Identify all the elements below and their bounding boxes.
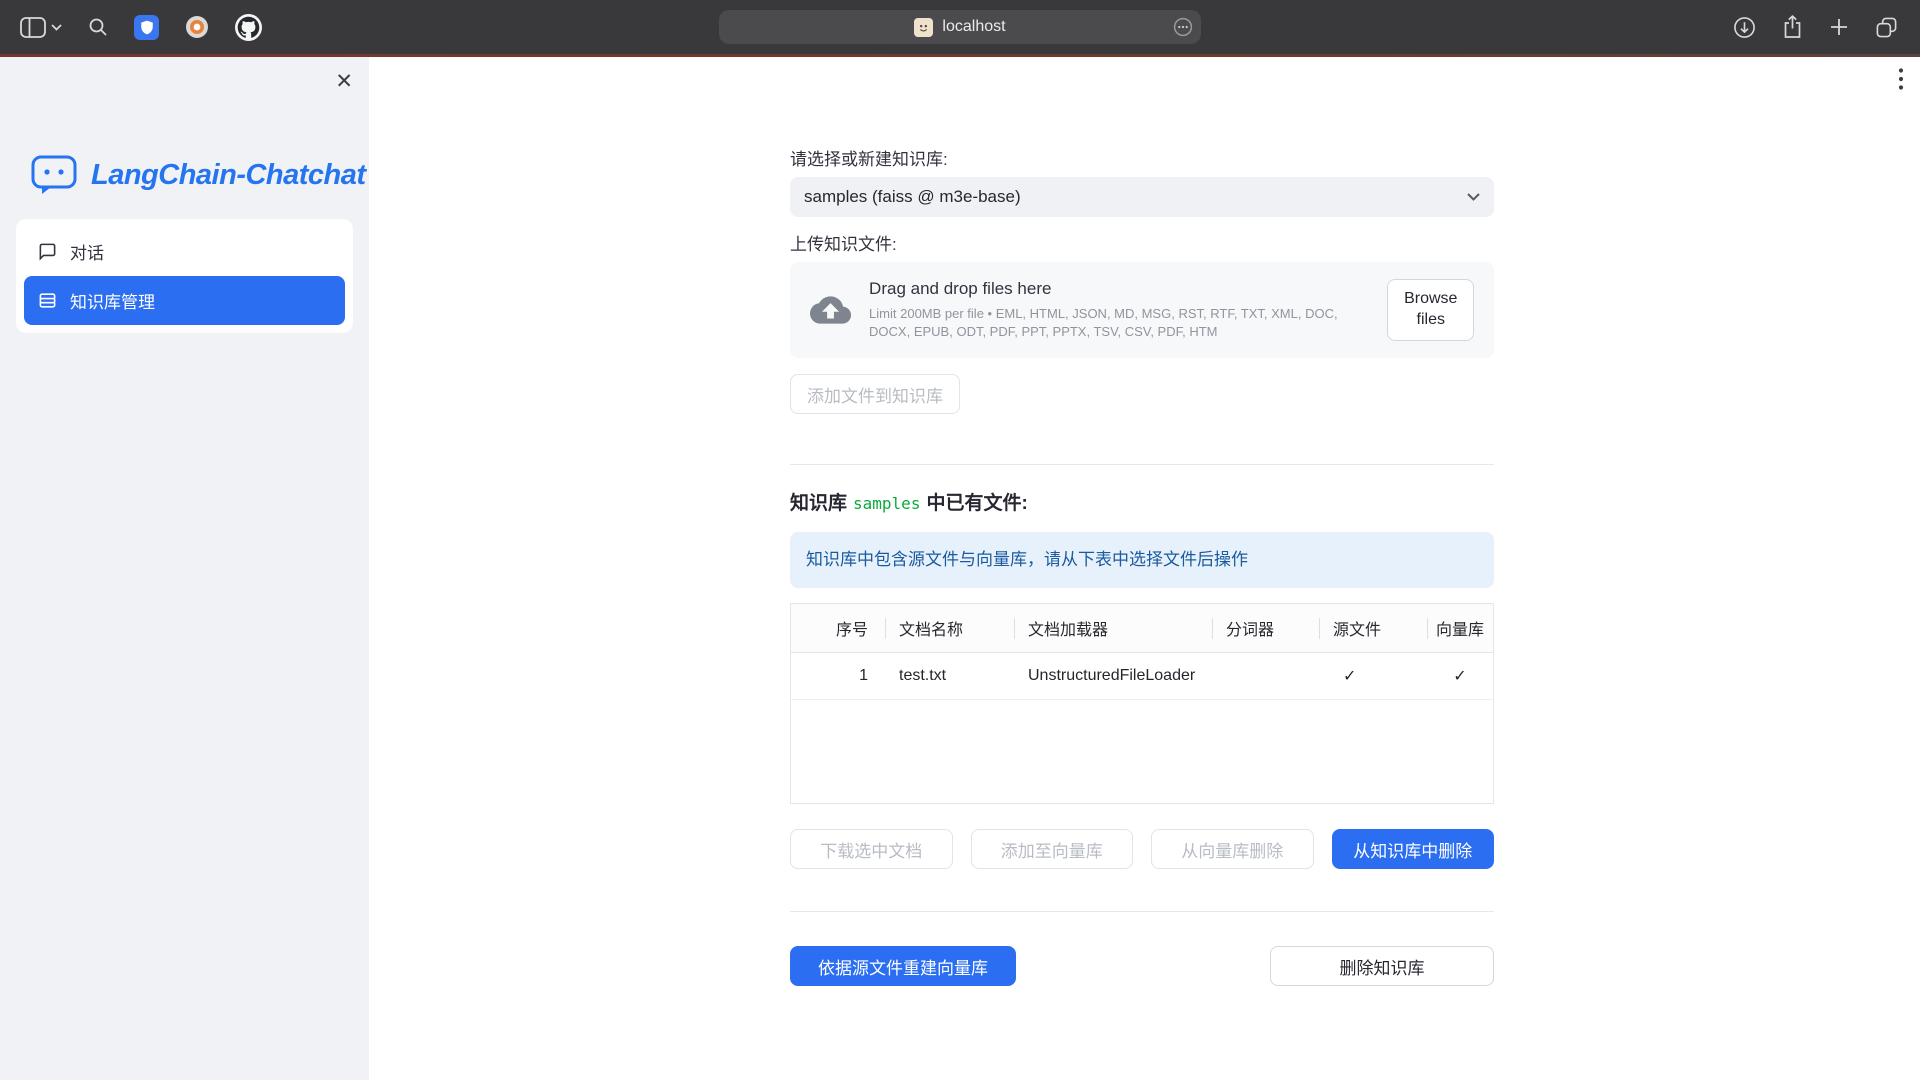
browser-toolbar: localhost — [0, 0, 1920, 54]
col-header-source: 源文件 — [1319, 604, 1427, 652]
divider — [790, 464, 1494, 465]
tabs-icon — [1875, 16, 1898, 39]
sidebar-icon — [20, 17, 46, 38]
heading-suffix: 中已有文件: — [926, 493, 1027, 514]
upload-label: 上传知识文件: — [790, 234, 1494, 256]
col-header-filename: 文档名称 — [885, 604, 1014, 652]
new-tab-button[interactable] — [1829, 17, 1849, 37]
plus-icon — [1829, 17, 1849, 37]
github-icon — [235, 14, 262, 41]
cell-source-check: ✓ — [1319, 653, 1427, 699]
table-row[interactable]: 1 test.txt UnstructuredFileLoader ✓ ✓ — [791, 653, 1493, 700]
uploader-title: Drag and drop files here — [869, 279, 1369, 299]
col-header-vector: 向量库 — [1427, 604, 1493, 652]
browse-files-button[interactable]: Browse files — [1387, 279, 1474, 341]
download-icon — [1733, 16, 1756, 39]
file-uploader-dropzone[interactable]: Drag and drop files here Limit 200MB per… — [790, 262, 1494, 358]
heading-prefix: 知识库 — [790, 493, 847, 514]
uploader-limit-text: Limit 200MB per file • EML, HTML, JSON, … — [869, 305, 1369, 341]
table-header-row: 序号 文档名称 文档加载器 分词器 源文件 向量库 — [791, 604, 1493, 653]
sidebar-item-label: 对话 — [70, 239, 104, 264]
kb-list-icon — [38, 291, 57, 310]
delete-kb-button[interactable]: 删除知识库 — [1270, 946, 1494, 986]
kebab-menu-icon — [1898, 67, 1904, 91]
kb-files-table: 序号 文档名称 文档加载器 分词器 源文件 向量库 1 test.txt Uns… — [790, 603, 1494, 804]
share-button[interactable] — [1782, 15, 1803, 39]
delete-from-kb-button[interactable]: 从知识库中删除 — [1332, 829, 1495, 869]
address-bar[interactable]: localhost — [719, 10, 1201, 44]
sidebar-close-button[interactable]: ✕ — [335, 71, 353, 92]
add-to-vector-store-button[interactable]: 添加至向量库 — [971, 829, 1134, 869]
info-banner: 知识库中包含源文件与向量库，请从下表中选择文件后操作 — [790, 532, 1494, 588]
kb-files-heading: 知识库 samples 中已有文件: — [790, 491, 1494, 517]
kb-select[interactable]: samples (faiss @ m3e-base) — [790, 177, 1494, 217]
page-options-icon[interactable] — [1173, 17, 1193, 37]
kb-name-code: samples — [853, 494, 920, 513]
extension-record-button[interactable] — [185, 15, 209, 39]
kb-bottom-buttons: 依据源文件重建向量库 删除知识库 — [790, 946, 1494, 986]
divider — [790, 911, 1494, 912]
cloud-upload-icon — [810, 289, 851, 331]
chat-bubble-icon — [38, 242, 57, 261]
cell-splitter — [1212, 653, 1319, 699]
chevron-down-icon — [1467, 193, 1480, 201]
remove-from-vector-button[interactable]: 从向量库删除 — [1151, 829, 1314, 869]
col-header-splitter: 分词器 — [1212, 604, 1319, 652]
sidebar-item-kb-management[interactable]: 知识库管理 — [24, 276, 345, 325]
chat-logo-icon — [30, 153, 78, 197]
share-icon — [1782, 15, 1803, 39]
rebuild-vector-store-button[interactable]: 依据源文件重建向量库 — [790, 946, 1016, 986]
tab-search-button[interactable] — [88, 17, 108, 37]
extension-shield-button[interactable] — [134, 15, 159, 40]
record-icon — [185, 15, 209, 39]
main-content: 请选择或新建知识库: samples (faiss @ m3e-base) 上传… — [369, 57, 1920, 1080]
app-logo-text: LangChain-Chatchat — [91, 159, 366, 192]
extension-github-button[interactable] — [235, 14, 262, 41]
sidebar-toggle-button[interactable] — [20, 17, 62, 38]
url-text: localhost — [942, 18, 1005, 36]
download-selected-button[interactable]: 下载选中文档 — [790, 829, 953, 869]
app-menu-button[interactable] — [1898, 67, 1904, 96]
downloads-button[interactable] — [1733, 16, 1756, 39]
sidebar-menu: 对话 知识库管理 — [16, 219, 353, 333]
sidebar-item-label: 知识库管理 — [70, 288, 155, 313]
table-empty-area — [791, 700, 1493, 803]
cell-vector-check: ✓ — [1427, 653, 1493, 699]
cell-index: 1 — [791, 653, 885, 699]
kb-select-label: 请选择或新建知识库: — [790, 149, 1494, 171]
chevron-down-icon — [51, 24, 62, 31]
sidebar-item-dialogue[interactable]: 对话 — [24, 227, 345, 276]
table-action-buttons: 下载选中文档 添加至向量库 从向量库删除 从知识库中删除 — [790, 829, 1494, 869]
app-logo: LangChain-Chatchat — [30, 153, 369, 197]
tab-overview-button[interactable] — [1875, 16, 1898, 39]
site-favicon-icon — [914, 18, 933, 37]
cell-loader: UnstructuredFileLoader — [1014, 653, 1212, 699]
search-icon — [88, 17, 108, 37]
sidebar: ✕ LangChain-Chatchat 对话 知识库管理 — [0, 57, 369, 1080]
col-header-loader: 文档加载器 — [1014, 604, 1212, 652]
shield-icon — [140, 20, 154, 35]
cell-filename: test.txt — [885, 653, 1014, 699]
add-files-to-kb-button[interactable]: 添加文件到知识库 — [790, 374, 960, 414]
col-header-index: 序号 — [791, 604, 885, 652]
kb-select-value: samples (faiss @ m3e-base) — [804, 187, 1021, 207]
